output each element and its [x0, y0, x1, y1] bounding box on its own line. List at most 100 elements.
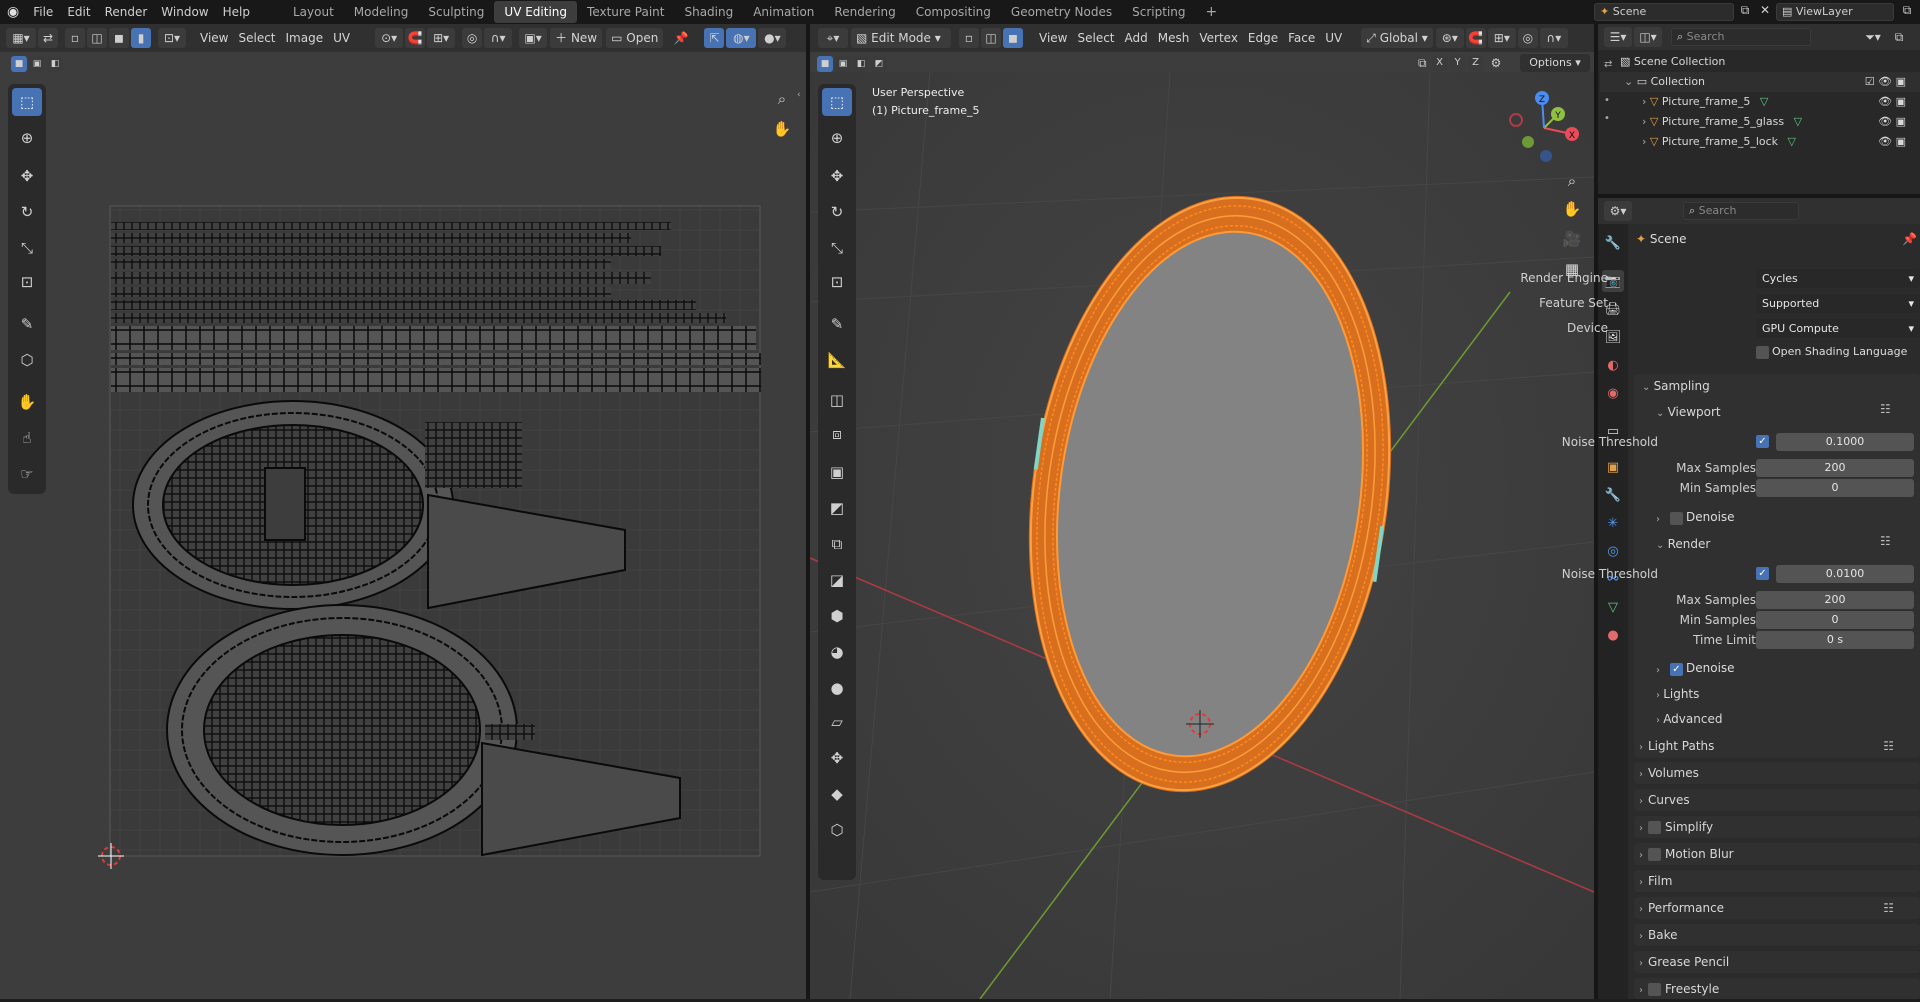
viewport-min-samples-field[interactable]: 0	[1756, 479, 1914, 497]
scene-tab-icon[interactable]: ◐	[1602, 354, 1624, 376]
tab-texture-paint[interactable]: Texture Paint	[577, 1, 674, 23]
uv-menu-select[interactable]: Select	[233, 28, 280, 48]
vp-select-new-icon[interactable]: ■	[817, 56, 833, 72]
viewport-subpanel-header[interactable]: ⌄ Viewport	[1656, 402, 1721, 424]
viewport-noise-threshold-checkbox[interactable]: ✓	[1756, 435, 1769, 448]
transform-orientation-selector[interactable]: ⤢ Global ▾	[1361, 28, 1433, 48]
vp-select-box-tool-icon[interactable]: ⬚	[822, 88, 852, 116]
snap-increment-icon[interactable]: ⊞▾	[1487, 28, 1516, 48]
editor-type-icon[interactable]: ▦▾	[6, 28, 36, 48]
open-image-button[interactable]: ▭ Open	[606, 28, 664, 48]
blender-logo-icon[interactable]: ◉	[0, 0, 26, 24]
tab-animation[interactable]: Animation	[743, 1, 824, 23]
tab-sculpting[interactable]: Sculpting	[418, 1, 494, 23]
viewport-menu-view[interactable]: View	[1034, 28, 1072, 48]
edge-slide-tool-icon[interactable]: ▱	[822, 708, 852, 736]
select-new-icon[interactable]: ■	[11, 56, 27, 72]
new-view-layer-icon[interactable]: ⧉	[1898, 3, 1916, 21]
vp-zoom-icon[interactable]: ⌕	[1560, 172, 1584, 196]
panel-curves[interactable]: › Curves	[1634, 789, 1920, 811]
vp-transform-tool-icon[interactable]: ⊡	[822, 268, 852, 296]
panel-performance[interactable]: › Performance ☷	[1634, 897, 1920, 919]
panel-motion-blur[interactable]: › Motion Blur	[1634, 843, 1920, 865]
panel-light-paths[interactable]: › Light Paths ☷	[1634, 735, 1920, 757]
panel-bake[interactable]: › Bake	[1634, 924, 1920, 946]
menu-render[interactable]: Render	[98, 0, 155, 24]
freestyle-checkbox[interactable]	[1648, 983, 1661, 996]
collection-row[interactable]: ⌄ ▭ Collection ☑ 👁 ▣	[1600, 72, 1920, 92]
viewport-denoise-checkbox[interactable]	[1670, 512, 1683, 525]
face-select-icon[interactable]: ◼	[1003, 28, 1023, 48]
select-extend-icon[interactable]: ▣	[29, 56, 45, 72]
presets-icon[interactable]: ☷	[1883, 735, 1894, 757]
menu-edit[interactable]: Edit	[60, 0, 97, 24]
tab-scripting[interactable]: Scripting	[1122, 1, 1195, 23]
render-noise-threshold-checkbox[interactable]: ✓	[1756, 567, 1769, 580]
vp-select-invert-icon[interactable]: ◩	[871, 56, 887, 72]
menu-help[interactable]: Help	[216, 0, 257, 24]
bevel-tool-icon[interactable]: ◩	[822, 494, 852, 522]
feature-set-dropdown[interactable]: Supported ▾	[1756, 294, 1920, 313]
properties-editor-type-icon[interactable]: ⚙▾	[1604, 201, 1632, 221]
tab-rendering[interactable]: Rendering	[824, 1, 905, 23]
object-tab-icon[interactable]: ▣	[1602, 456, 1624, 478]
inset-tool-icon[interactable]: ▣	[822, 458, 852, 486]
object-visibility-icons[interactable]: 👁 ▣	[1878, 112, 1906, 132]
object-visibility-icons[interactable]: 👁 ▣	[1878, 132, 1906, 152]
render-min-samples-field[interactable]: 0	[1756, 611, 1914, 629]
vp-measure-tool-icon[interactable]: 📐	[822, 346, 852, 374]
rotate-tool-icon[interactable]: ↻	[12, 198, 42, 226]
viewport-editor-type-icon[interactable]: ⌖▾	[818, 28, 848, 48]
world-tab-icon[interactable]: ◉	[1602, 382, 1624, 404]
viewport-menu-face[interactable]: Face	[1283, 28, 1320, 48]
vp-cursor-tool-icon[interactable]: ⊕	[822, 124, 852, 152]
edge-select-icon[interactable]: ◫	[981, 28, 1001, 48]
vp-scale-tool-icon[interactable]: ⤡	[822, 234, 852, 262]
relax-tool-icon[interactable]: ☝	[12, 424, 42, 452]
uv-vertex-select-icon[interactable]: ▫	[65, 28, 85, 48]
sidebar-toggle-icon[interactable]: ‹	[797, 90, 805, 102]
add-cube-tool-icon[interactable]: ◫	[822, 386, 852, 414]
object-visibility-icons[interactable]: 👁 ▣	[1878, 92, 1906, 112]
menu-file[interactable]: File	[26, 0, 60, 24]
scale-tool-icon[interactable]: ⤡	[12, 234, 42, 262]
overlay-toggle-icon[interactable]: ◍▾	[726, 28, 757, 48]
proportional-edit-icon[interactable]: ◎	[462, 28, 483, 48]
knife-tool-icon[interactable]: ◪	[822, 566, 852, 594]
vp-rotate-tool-icon[interactable]: ↻	[822, 198, 852, 226]
panel-volumes[interactable]: › Volumes	[1634, 762, 1920, 784]
scene-selector[interactable]: ✦ Scene	[1594, 3, 1734, 21]
view-layer-selector[interactable]: ▤ ViewLayer	[1776, 3, 1894, 21]
rip-region-tool-icon[interactable]: ⬡	[822, 816, 852, 844]
channels-icon[interactable]: ●▾	[758, 28, 787, 48]
select-subtract-icon[interactable]: ◧	[47, 56, 63, 72]
add-workspace-button[interactable]: +	[1196, 1, 1228, 23]
render-denoise-checkbox[interactable]: ✓	[1670, 663, 1683, 676]
render-denoise-header[interactable]: ›	[1656, 659, 1660, 681]
outliner-editor-type-icon[interactable]: ☰▾	[1604, 27, 1632, 47]
spin-tool-icon[interactable]: ◕	[822, 638, 852, 666]
render-max-samples-field[interactable]: 200	[1756, 591, 1914, 609]
annotate-tool-icon[interactable]: ✎	[12, 310, 42, 338]
device-dropdown[interactable]: GPU Compute ▾	[1756, 319, 1920, 338]
data-tab-icon[interactable]: ▽	[1602, 596, 1624, 618]
uv-zoom-icon[interactable]: ⌕	[770, 90, 794, 114]
tool-tab-icon[interactable]: 🔧	[1602, 232, 1624, 254]
snap-icon[interactable]: 🧲	[405, 28, 426, 48]
mirror-x-button[interactable]: X	[1431, 55, 1448, 71]
select-box-tool-icon[interactable]: ⬚	[12, 88, 42, 116]
vp-move-tool-icon[interactable]: ✥	[822, 162, 852, 190]
material-tab-icon[interactable]: ●	[1602, 624, 1624, 646]
uv-pan-icon[interactable]: ✋	[770, 120, 794, 144]
render-subpanel-header[interactable]: ⌄ Render	[1656, 534, 1710, 556]
vp-annotate-tool-icon[interactable]: ✎	[822, 310, 852, 338]
viewport-menu-select[interactable]: Select	[1072, 28, 1119, 48]
pivot-icon[interactable]: ⊙▾	[375, 28, 404, 48]
uv-sync-icon[interactable]: ⇄	[38, 28, 58, 48]
advanced-subpanel[interactable]: › Advanced	[1656, 709, 1722, 731]
poly-build-tool-icon[interactable]: ⬢	[822, 602, 852, 630]
render-presets-icon[interactable]: ☷	[1880, 534, 1891, 548]
collection-visibility-icons[interactable]: ☑ 👁 ▣	[1865, 72, 1906, 92]
tab-layout[interactable]: Layout	[283, 1, 344, 23]
uv-menu-view[interactable]: View	[195, 28, 233, 48]
